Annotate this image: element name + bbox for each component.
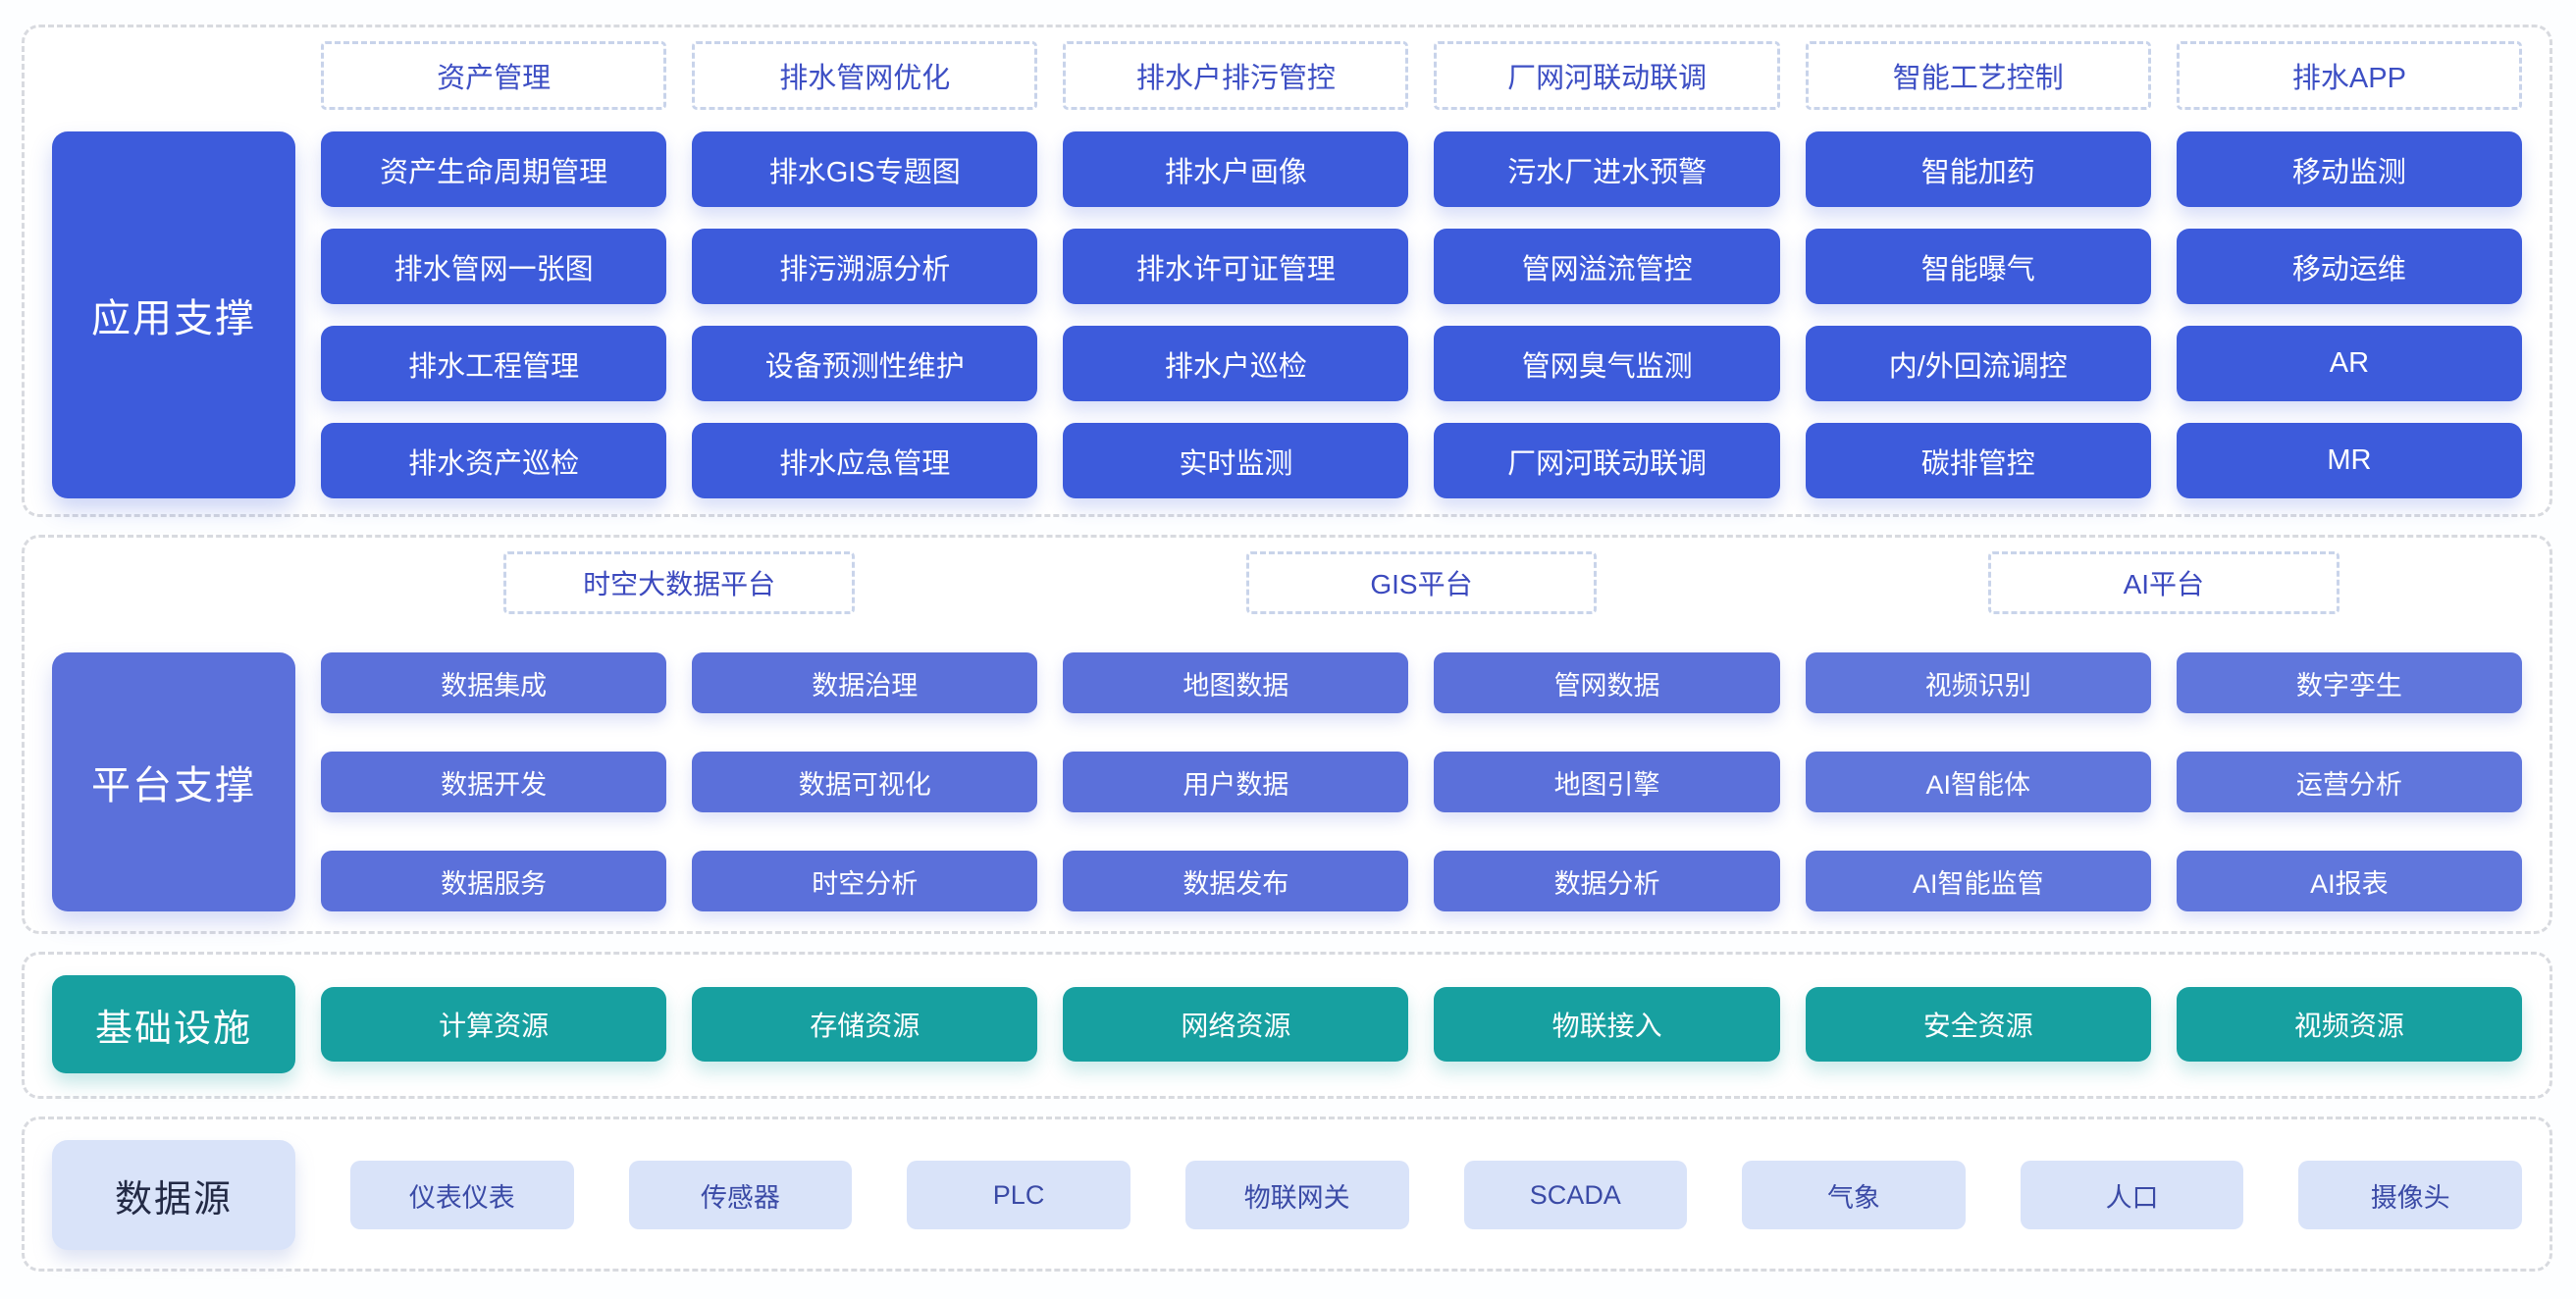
datasource-item[interactable]: 仪表仪表	[350, 1161, 574, 1229]
datasource-item[interactable]: PLC	[907, 1161, 1130, 1229]
app-item[interactable]: 碳排管控	[1806, 423, 2151, 498]
platform-header-gis: GIS平台	[1246, 551, 1598, 614]
infra-item[interactable]: 物联接入	[1434, 987, 1779, 1062]
section-infrastructure: 基础设施 计算资源 存储资源 网络资源 物联接入 安全资源 视频资源	[22, 952, 2552, 1099]
datasource-item[interactable]: 摄像头	[2298, 1161, 2522, 1229]
app-item[interactable]: 资产生命周期管理	[321, 131, 666, 207]
layer-label-infrastructure: 基础设施	[52, 975, 295, 1073]
platform-header-ai: AI平台	[1988, 551, 2339, 614]
app-item[interactable]: 排水许可证管理	[1063, 229, 1408, 304]
layer-label-application-support: 应用支撑	[52, 131, 295, 498]
platform-item[interactable]: 运营分析	[2177, 752, 2522, 812]
app-item[interactable]: 智能加药	[1806, 131, 2151, 207]
section-application-support: 资产管理 排水管网优化 排水户排污管控 厂网河联动联调 智能工艺控制 排水APP…	[22, 25, 2552, 517]
group-header-plant-network-river: 厂网河联动联调	[1434, 41, 1779, 110]
group-header-drainage-app: 排水APP	[2177, 41, 2522, 110]
platform-item[interactable]: 数据分析	[1434, 851, 1779, 911]
platform-item[interactable]: AI智能体	[1806, 752, 2151, 812]
datasource-item[interactable]: SCADA	[1464, 1161, 1688, 1229]
app-item[interactable]: 厂网河联动联调	[1434, 423, 1779, 498]
app-item[interactable]: 排水户画像	[1063, 131, 1408, 207]
app-item[interactable]: 排水工程管理	[321, 326, 666, 401]
app-item[interactable]: 排水应急管理	[692, 423, 1037, 498]
group-header-discharge-control: 排水户排污管控	[1063, 41, 1408, 110]
app-item[interactable]: MR	[2177, 423, 2522, 498]
app-item[interactable]: 污水厂进水预警	[1434, 131, 1779, 207]
group-header-asset-management: 资产管理	[321, 41, 666, 110]
section-platform-support: 时空大数据平台 GIS平台 AI平台 平台支撑 数据集成 数据开发 数据服务 数…	[22, 535, 2552, 934]
infra-item[interactable]: 视频资源	[2177, 987, 2522, 1062]
platform-item[interactable]: 地图数据	[1063, 652, 1408, 713]
section-data-sources: 数据源 仪表仪表 传感器 PLC 物联网关 SCADA 气象 人口 摄像头	[22, 1117, 2552, 1272]
app-item[interactable]: 排水户巡检	[1063, 326, 1408, 401]
platform-item[interactable]: AI智能监管	[1806, 851, 2151, 911]
datasource-item[interactable]: 传感器	[629, 1161, 853, 1229]
datasource-item[interactable]: 气象	[1742, 1161, 1966, 1229]
app-item[interactable]: 智能曝气	[1806, 229, 2151, 304]
app-item[interactable]: 管网溢流管控	[1434, 229, 1779, 304]
platform-item[interactable]: AI报表	[2177, 851, 2522, 911]
platform-item[interactable]: 时空分析	[692, 851, 1037, 911]
infra-item[interactable]: 存储资源	[692, 987, 1037, 1062]
platform-item[interactable]: 数据集成	[321, 652, 666, 713]
app-item[interactable]: 设备预测性维护	[692, 326, 1037, 401]
datasource-item[interactable]: 物联网关	[1185, 1161, 1409, 1229]
app-item[interactable]: 内/外回流调控	[1806, 326, 2151, 401]
app-item[interactable]: 实时监测	[1063, 423, 1408, 498]
group-header-network-optimization: 排水管网优化	[692, 41, 1037, 110]
platform-item[interactable]: 管网数据	[1434, 652, 1779, 713]
spacer	[52, 551, 295, 614]
app-item[interactable]: AR	[2177, 326, 2522, 401]
infra-item[interactable]: 安全资源	[1806, 987, 2151, 1062]
platform-item[interactable]: 数字孪生	[2177, 652, 2522, 713]
app-item[interactable]: 排水管网一张图	[321, 229, 666, 304]
platform-item[interactable]: 数据服务	[321, 851, 666, 911]
app-item[interactable]: 排污溯源分析	[692, 229, 1037, 304]
app-item[interactable]: 排水GIS专题图	[692, 131, 1037, 207]
layer-label-platform-support: 平台支撑	[52, 652, 295, 911]
platform-item[interactable]: 数据治理	[692, 652, 1037, 713]
spacer	[52, 41, 295, 110]
datasource-item[interactable]: 人口	[2021, 1161, 2244, 1229]
app-item[interactable]: 管网臭气监测	[1434, 326, 1779, 401]
app-item[interactable]: 移动运维	[2177, 229, 2522, 304]
platform-item[interactable]: 视频识别	[1806, 652, 2151, 713]
platform-item[interactable]: 数据发布	[1063, 851, 1408, 911]
platform-item[interactable]: 地图引擎	[1434, 752, 1779, 812]
app-item[interactable]: 排水资产巡检	[321, 423, 666, 498]
app-item[interactable]: 移动监测	[2177, 131, 2522, 207]
infra-item[interactable]: 网络资源	[1063, 987, 1408, 1062]
layer-label-data-sources: 数据源	[52, 1140, 295, 1250]
platform-header-spatiotemporal-bigdata: 时空大数据平台	[503, 551, 855, 614]
platform-item[interactable]: 数据开发	[321, 752, 666, 812]
group-header-smart-process-control: 智能工艺控制	[1806, 41, 2151, 110]
platform-item[interactable]: 用户数据	[1063, 752, 1408, 812]
architecture-diagram: 资产管理 排水管网优化 排水户排污管控 厂网河联动联调 智能工艺控制 排水APP…	[0, 0, 2576, 1299]
platform-item[interactable]: 数据可视化	[692, 752, 1037, 812]
infra-item[interactable]: 计算资源	[321, 987, 666, 1062]
